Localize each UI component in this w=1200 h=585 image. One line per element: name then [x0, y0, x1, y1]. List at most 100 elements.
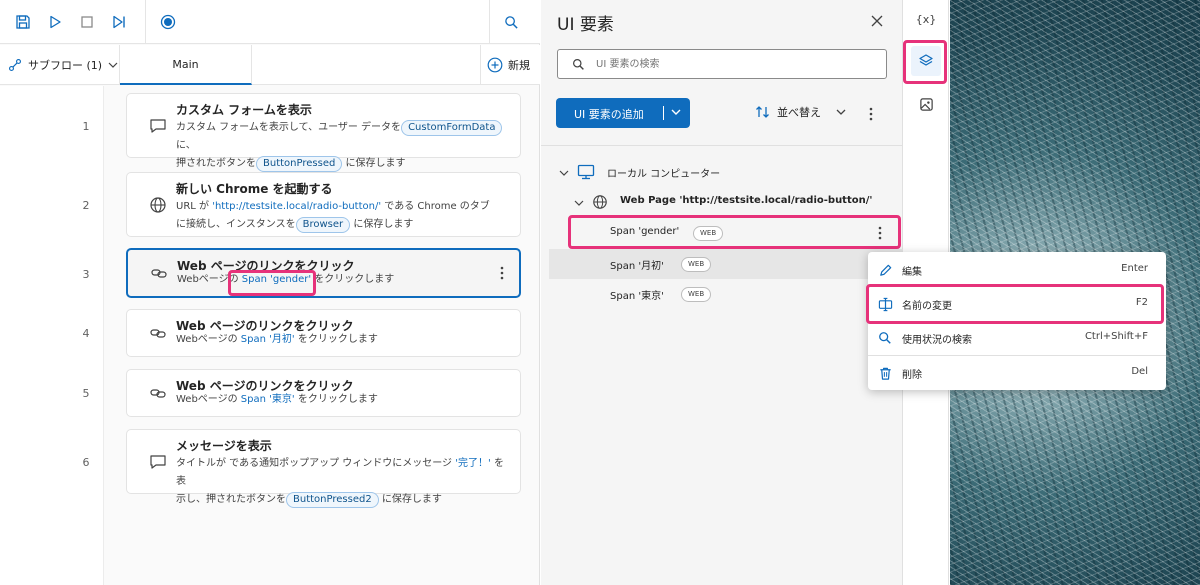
search-input[interactable]: [596, 54, 876, 74]
close-panel-button[interactable]: [868, 12, 886, 30]
menu-item-rename[interactable]: 名前の変更 F2: [868, 287, 1166, 321]
description-text: である Chrome のタブ: [384, 201, 490, 212]
close-icon: [871, 15, 883, 27]
subflow-icon: [9, 59, 21, 71]
context-menu: 編集 Enter 名前の変更 F2 使用状況の検索 Ctrl+Shift+F 削…: [868, 252, 1166, 390]
action-card[interactable]: メッセージを表示 タイトルが である通知ポップアップ ウィンドウにメッセージ '…: [126, 429, 521, 508]
tree-item-label: Span '東京': [610, 291, 664, 302]
monitor-icon: [577, 164, 595, 180]
divider: [541, 145, 903, 146]
line-number: 1: [82, 120, 90, 133]
run-button[interactable]: [43, 10, 67, 34]
link-icon: [150, 389, 166, 398]
item-more-button[interactable]: [873, 224, 887, 242]
sort-icon: [756, 106, 769, 118]
tree-node-label: Web Page 'http://testsite.local/radio-bu…: [620, 195, 873, 206]
description-text: Webページの: [176, 334, 238, 345]
description-text: をクリックします: [297, 334, 378, 345]
parameter-link[interactable]: '完了！': [455, 458, 491, 469]
add-circle-icon: [487, 57, 503, 73]
description-text: に保存します: [345, 158, 406, 169]
parameter-link[interactable]: Span '月初': [241, 334, 295, 345]
chevron-down-icon[interactable]: [559, 168, 569, 178]
action-card[interactable]: Web ページのリンクをクリック Webページの Span '月初' をクリック…: [126, 309, 521, 357]
chevron-down-icon: [108, 62, 118, 68]
action-card-selected[interactable]: Web ページのリンクをクリック Webページの Span 'gender' を…: [126, 248, 521, 298]
message-icon: [150, 118, 166, 133]
action-title: メッセージを表示: [176, 439, 272, 453]
action-card[interactable]: カスタム フォームを表示 カスタム フォームを表示して、ユーザー データを Cus…: [126, 93, 521, 172]
description-text: に、: [176, 140, 196, 151]
split-divider: [663, 106, 664, 120]
images-button[interactable]: [911, 89, 941, 119]
globe-icon: [593, 195, 607, 209]
toolbar-separator: [145, 0, 146, 44]
variable-pill[interactable]: ButtonPressed: [256, 156, 343, 172]
menu-item-label: 使用状況の検索: [902, 335, 972, 346]
ui-elements-search[interactable]: [557, 49, 887, 79]
variable-pill[interactable]: ButtonPressed2: [286, 492, 379, 508]
globe-icon: [150, 196, 166, 213]
description-text: Webページの: [177, 274, 239, 285]
description-text: をクリックします: [297, 394, 378, 405]
menu-item-delete[interactable]: 削除 Del: [868, 356, 1166, 390]
description-text: をクリックします: [314, 274, 395, 285]
play-icon: [50, 15, 61, 29]
add-ui-element-button[interactable]: UI 要素の追加: [556, 98, 690, 128]
record-button[interactable]: [156, 10, 180, 34]
search-icon: [504, 15, 518, 29]
tree-item-span-gender[interactable]: Span 'gender' WEB: [541, 218, 903, 248]
search-actions-button[interactable]: [499, 10, 523, 34]
more-vertical-icon: [500, 266, 504, 280]
more-options-button[interactable]: [495, 263, 509, 283]
description-text: Webページの: [176, 394, 238, 405]
chevron-down-icon[interactable]: [670, 106, 682, 118]
chevron-down-icon[interactable]: [574, 198, 584, 208]
action-description: タイトルが である通知ポップアップ ウィンドウにメッセージ '完了！' を表 示…: [176, 455, 506, 509]
tab-main-label: Main: [172, 57, 199, 71]
chevron-down-icon: [836, 109, 846, 115]
sort-label: 並べ替え: [777, 106, 821, 119]
new-subflow-button[interactable]: 新規: [480, 45, 540, 85]
tab-subflows[interactable]: サブフロー (1): [0, 45, 120, 85]
action-card[interactable]: 新しい Chrome を起動する URL が 'http://testsite.…: [126, 172, 521, 237]
flow-tabs: サブフロー (1) Main 新規: [0, 45, 540, 85]
variable-pill[interactable]: CustomFormData: [401, 120, 503, 136]
action-description: URL が 'http://testsite.local/radio-butto…: [176, 198, 506, 234]
action-card[interactable]: Web ページのリンクをクリック Webページの Span '東京' をクリック…: [126, 369, 521, 417]
flow-designer: サブフロー (1) Main 新規 1 2 3 4 5 6 カスタム フォームを…: [0, 0, 540, 585]
parameter-link[interactable]: Span '東京': [241, 394, 295, 405]
description-text: に保存します: [353, 219, 414, 230]
menu-item-label: 削除: [902, 370, 922, 381]
tree-item-span-getsusho[interactable]: Span '月初' WEB: [549, 249, 903, 279]
tree-item-span-tokyo[interactable]: Span '東京' WEB: [541, 279, 903, 309]
variables-button[interactable]: {x}: [911, 4, 941, 34]
parameter-link[interactable]: 'http://testsite.local/radio-button/': [212, 201, 381, 212]
line-number: 3: [82, 268, 90, 281]
menu-item-edit[interactable]: 編集 Enter: [868, 253, 1166, 287]
step-button[interactable]: [107, 10, 131, 34]
menu-item-shortcut: Enter: [1121, 263, 1148, 274]
flow-canvas: 1 2 3 4 5 6 カスタム フォームを表示 カスタム フォームを表示して、…: [0, 86, 540, 585]
link-icon: [150, 329, 166, 338]
web-tag: WEB: [681, 287, 712, 302]
menu-item-shortcut: F2: [1135, 297, 1148, 308]
layers-icon: [919, 54, 933, 66]
parameter-link[interactable]: Span 'gender': [242, 274, 311, 285]
stop-button[interactable]: [75, 10, 99, 34]
sort-dropdown[interactable]: 並べ替え: [755, 104, 847, 120]
ui-elements-button[interactable]: [911, 46, 941, 76]
menu-item-label: 編集: [902, 267, 922, 278]
variable-pill[interactable]: Browser: [295, 217, 351, 233]
search-icon: [879, 332, 891, 344]
tab-main[interactable]: Main: [120, 45, 252, 85]
web-tag: WEB: [681, 257, 712, 272]
trash-icon: [880, 367, 891, 380]
save-button[interactable]: [11, 10, 35, 34]
menu-item-find-usages[interactable]: 使用状況の検索 Ctrl+Shift+F: [868, 321, 1166, 355]
pencil-icon: [880, 264, 892, 276]
description-text: に接続し、インスタンスを: [176, 219, 296, 230]
tree-node-webpage[interactable]: Web Page 'http://testsite.local/radio-bu…: [541, 187, 903, 217]
panel-more-button[interactable]: [864, 104, 878, 124]
tree-node-computer[interactable]: ローカル コンピューター: [541, 157, 903, 187]
